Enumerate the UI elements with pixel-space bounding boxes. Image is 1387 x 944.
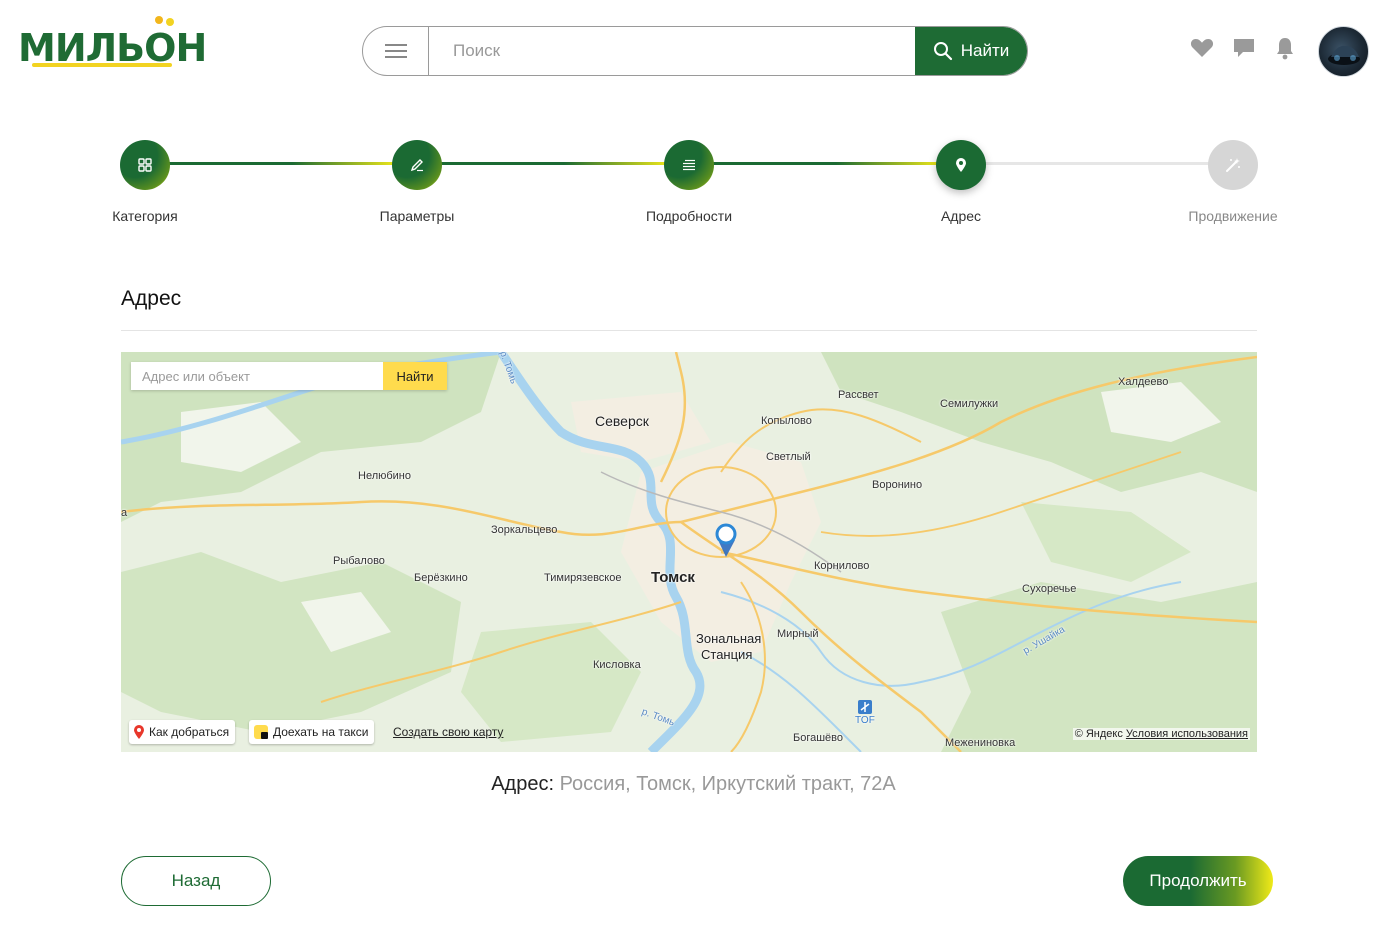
taxi-button-label: Доехать на такси <box>273 725 369 739</box>
map[interactable]: Найти Северск Томск Зональная Станция Ко… <box>121 352 1257 752</box>
map-label: Зональная <box>696 631 762 646</box>
step-address[interactable] <box>936 140 986 190</box>
chat-icon[interactable] <box>1232 36 1256 60</box>
grid-icon <box>138 158 152 172</box>
step-label-address: Адрес <box>940 208 982 224</box>
logo-dot-yellow <box>166 18 174 26</box>
step-parameters[interactable] <box>392 140 442 190</box>
address-label: Адрес: <box>491 773 555 795</box>
section-title: Адрес <box>121 287 182 310</box>
map-label: Копылово <box>761 415 812 427</box>
search-button-label: Найти <box>960 41 1010 60</box>
taxi-icon <box>254 725 268 739</box>
step-label-promotion: Продвижение <box>1188 208 1278 224</box>
divider <box>121 330 1257 331</box>
bell-icon[interactable] <box>1274 36 1296 60</box>
map-label: Берёзкино <box>414 572 468 584</box>
map-label: Сухоречье <box>1022 583 1077 595</box>
route-button[interactable]: Как добраться <box>129 720 236 744</box>
map-label: а <box>121 507 128 519</box>
map-label: Нелюбино <box>358 470 412 482</box>
map-label: Рыбалово <box>333 555 385 567</box>
map-copyright-text: © Яндекс <box>1074 728 1123 740</box>
logo[interactable]: МИЛЬОН <box>18 16 207 72</box>
top-icons <box>1190 36 1296 60</box>
map-label: Мирный <box>777 628 819 640</box>
map-label: Томск <box>651 569 695 586</box>
search-input[interactable] <box>429 27 915 75</box>
map-search-button[interactable]: Найти <box>383 362 447 390</box>
create-map-link[interactable]: Создать свою карту <box>393 725 503 739</box>
pin-icon <box>956 158 966 172</box>
step-connector <box>984 162 1210 165</box>
map-label: Халдеево <box>1118 376 1169 388</box>
map-copyright: © Яндекс Условия использования <box>1072 728 1250 740</box>
avatar[interactable] <box>1318 26 1369 77</box>
logo-text: МИЛЬОН <box>18 26 207 70</box>
heart-icon[interactable] <box>1190 37 1214 59</box>
map-label: TOF <box>855 715 875 726</box>
map-label: Кисловка <box>593 659 641 671</box>
back-button[interactable]: Назад <box>121 856 271 906</box>
logo-dot-orange <box>155 16 163 24</box>
map-label: Зоркальцево <box>491 524 558 536</box>
map-label: Богашёво <box>793 732 844 744</box>
search-button[interactable]: Найти <box>915 27 1027 75</box>
map-label: Светлый <box>766 451 811 463</box>
terms-link[interactable]: Условия использования <box>1126 728 1248 740</box>
map-label: Рассвет <box>838 389 879 401</box>
step-label-details: Подробности <box>645 208 733 224</box>
continue-button[interactable]: Продолжить <box>1123 856 1273 906</box>
menu-icon[interactable] <box>363 27 429 75</box>
step-connector <box>168 162 394 165</box>
logo-underline <box>32 63 172 67</box>
search-bar: Найти <box>362 26 1028 76</box>
map-search-input[interactable] <box>131 362 383 390</box>
map-label: Воронино <box>872 479 923 491</box>
lines-icon <box>683 159 695 171</box>
address-value: Россия, Томск, Иркутский тракт, 72А <box>559 773 896 795</box>
step-label-parameters: Параметры <box>379 208 455 224</box>
address-line: Адрес: Россия, Томск, Иркутский тракт, 7… <box>0 773 1387 796</box>
step-connector <box>712 162 938 165</box>
route-pin-icon <box>134 725 144 739</box>
map-label: Семилужки <box>940 398 999 410</box>
step-details[interactable] <box>664 140 714 190</box>
magic-wand-icon <box>1226 158 1240 172</box>
taxi-button[interactable]: Доехать на такси <box>249 720 375 744</box>
map-background <box>121 352 1257 752</box>
step-label-category: Категория <box>112 208 178 224</box>
route-button-label: Как добраться <box>149 725 230 739</box>
map-label: Северск <box>595 413 649 429</box>
map-label: Станция <box>701 647 753 662</box>
search-icon <box>933 42 952 61</box>
map-label: Межениновка <box>945 737 1016 749</box>
step-category[interactable] <box>120 140 170 190</box>
map-label: Тимирязевское <box>544 572 622 584</box>
step-promotion[interactable] <box>1208 140 1258 190</box>
pencil-icon <box>410 159 423 172</box>
map-label: Корнилово <box>814 560 870 572</box>
map-search: Найти <box>131 362 447 390</box>
step-connector <box>440 162 666 165</box>
